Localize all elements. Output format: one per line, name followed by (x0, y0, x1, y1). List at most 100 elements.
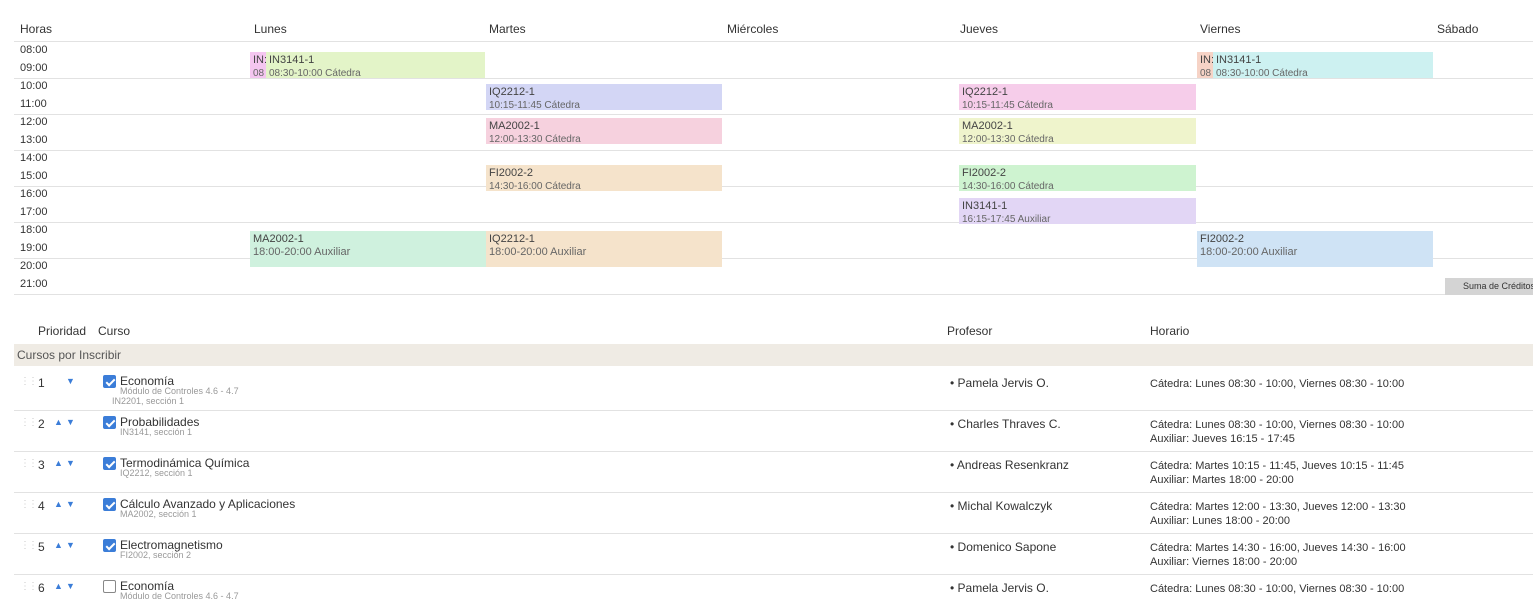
group-header: Cursos por Inscribir (14, 344, 1533, 366)
arrow-down-icon[interactable]: ▼ (66, 417, 75, 427)
event-code: MA2002-1 (962, 120, 1013, 132)
checkbox-icon[interactable] (103, 539, 116, 552)
calendar-event[interactable]: IQ2212-1 10:15-11:45 Cátedra (486, 84, 722, 110)
calendar-event[interactable]: IQ2212-1 10:15-11:45 Cátedra (959, 84, 1196, 110)
checkbox-icon[interactable] (103, 416, 116, 429)
event-time: 16:15-17:45 Auxiliar (962, 214, 1051, 224)
calendar-event[interactable]: IN3141-1 08:30-10:00 Cátedra (1213, 52, 1433, 78)
sum-credits-button[interactable]: Suma de Créditos (1445, 278, 1533, 295)
calendar-event[interactable]: IN3141-1 16:15-17:45 Auxiliar (959, 198, 1196, 224)
event-time: 08 (253, 68, 265, 78)
event-time: 18:00-20:00 Auxiliar (253, 246, 351, 258)
schedule-aux: Auxiliar: Martes 18:00 - 20:00 (1150, 474, 1294, 486)
drag-handle-icon[interactable]: ⋮⋮ (20, 581, 38, 592)
hour-label: 11:00 (20, 98, 47, 110)
arrow-down-icon[interactable]: ▼ (66, 540, 75, 550)
course-subtitle: MA2002, sección 1 (120, 509, 197, 519)
table-row: ⋮⋮ 5 ▲ ▼ Electromagnetismo FI2002, secci… (14, 536, 1533, 575)
schedule: Cátedra: Lunes 08:30 - 10:00, Viernes 08… (1150, 419, 1405, 431)
day-header-lunes: Lunes (254, 22, 287, 36)
event-code: MA2002-1 (489, 120, 540, 132)
event-code: IN3141-1 (1216, 54, 1262, 66)
schedule: Cátedra: Martes 10:15 - 11:45, Jueves 10… (1150, 460, 1404, 472)
calendar-event[interactable]: MA2002-1 12:00-13:30 Cátedra (486, 118, 722, 144)
grid-line (14, 186, 1533, 187)
grid-line (14, 114, 1533, 115)
event-time: 08:30-10:00 Cátedra (1216, 68, 1308, 78)
hour-label: 13:00 (20, 134, 48, 146)
hour-label: 12:00 (20, 116, 48, 128)
course-subtitle: IN3141, sección 1 (120, 427, 193, 437)
hour-label: 10:00 (20, 80, 48, 92)
day-header-martes: Martes (489, 22, 526, 36)
event-time: 10:15-11:45 Cátedra (489, 100, 580, 110)
hour-label: 17:00 (20, 206, 48, 218)
col-header-profesor: Profesor (947, 324, 993, 338)
schedule-aux: Auxiliar: Jueves 16:15 - 17:45 (1150, 433, 1295, 445)
calendar-event[interactable]: FI2002-2 14:30-16:00 Cátedra (486, 165, 722, 191)
event-code: FI2002-2 (962, 167, 1007, 179)
professor-name: Domenico Sapone (957, 540, 1057, 554)
day-header-jueves: Jueves (960, 22, 999, 36)
drag-handle-icon[interactable]: ⋮⋮ (20, 376, 38, 387)
checkbox-icon[interactable] (103, 498, 116, 511)
event-time: 12:00-13:30 Cátedra (489, 134, 581, 144)
hour-label: 09:00 (20, 62, 48, 74)
professor-name: Pamela Jervis O. (957, 376, 1049, 390)
calendar-event[interactable]: IQ2212-1 18:00-20:00 Auxiliar (486, 231, 722, 267)
schedule-aux: Auxiliar: Lunes 18:00 - 20:00 (1150, 515, 1291, 527)
event-time: 18:00-20:00 Auxiliar (1200, 246, 1298, 258)
calendar-event[interactable]: IN3141-1 08:30-10:00 Cátedra (266, 52, 485, 78)
event-time: 14:30-16:00 Cátedra (962, 181, 1054, 191)
priority-number: 1 (38, 376, 45, 390)
priority-number: 6 (38, 581, 45, 595)
col-header-horario: Horario (1150, 324, 1190, 338)
checkbox-icon[interactable] (103, 580, 116, 593)
arrow-up-icon[interactable]: ▲ (54, 581, 63, 591)
professor-name: Pamela Jervis O. (957, 581, 1049, 595)
hour-label: 15:00 (20, 170, 48, 182)
calendar-event[interactable]: MA2002-1 12:00-13:30 Cátedra (959, 118, 1196, 144)
calendar-event[interactable]: MA2002-1 18:00-20:00 Auxiliar (250, 231, 486, 267)
event-code: IN3141-1 (962, 200, 1008, 212)
event-time: 08:30-10:00 Cátedra (269, 68, 361, 78)
arrow-up-icon[interactable]: ▲ (54, 458, 63, 468)
professor: • Pamela Jervis O. (950, 581, 1049, 595)
checkbox-icon[interactable] (103, 457, 116, 470)
grid-line (14, 78, 1533, 79)
drag-handle-icon[interactable]: ⋮⋮ (20, 499, 38, 510)
calendar-event[interactable]: FI2002-2 18:00-20:00 Auxiliar (1197, 231, 1433, 267)
course-subtitle: Módulo de Controles 4.6 - 4.7 (120, 591, 239, 601)
event-code: IQ2212-1 (489, 86, 535, 98)
event-code: IQ2212-1 (962, 86, 1008, 98)
drag-handle-icon[interactable]: ⋮⋮ (20, 540, 38, 551)
hour-label: 16:00 (20, 188, 48, 200)
course-subtitle: FI2002, sección 2 (120, 550, 192, 560)
arrow-down-icon[interactable]: ▼ (66, 499, 75, 509)
arrow-up-icon[interactable]: ▲ (54, 499, 63, 509)
event-code: IN: (253, 54, 268, 66)
col-header-curso: Curso (98, 324, 131, 338)
calendar-event[interactable]: FI2002-2 14:30-16:00 Cátedra (959, 165, 1196, 191)
event-code: FI2002-2 (1200, 233, 1245, 245)
course-section: IN2201, sección 1 (112, 396, 185, 406)
arrow-down-icon[interactable]: ▼ (66, 581, 75, 591)
arrow-down-icon[interactable]: ▼ (66, 458, 75, 468)
schedule: Cátedra: Martes 12:00 - 13:30, Jueves 12… (1150, 501, 1406, 513)
priority-number: 2 (38, 417, 45, 431)
table-row: ⋮⋮ 2 ▲ ▼ Probabilidades IN3141, sección … (14, 413, 1533, 452)
arrow-down-icon[interactable]: ▼ (66, 376, 75, 386)
hour-label: 20:00 (20, 260, 48, 272)
drag-handle-icon[interactable]: ⋮⋮ (20, 458, 38, 469)
checkbox-icon[interactable] (103, 375, 116, 388)
hour-label: 18:00 (20, 224, 48, 236)
priority-number: 3 (38, 458, 45, 472)
schedule-aux: Auxiliar: Viernes 18:00 - 20:00 (1150, 556, 1298, 568)
grid-line (14, 150, 1533, 151)
arrow-up-icon[interactable]: ▲ (54, 540, 63, 550)
arrow-up-icon[interactable]: ▲ (54, 417, 63, 427)
day-header-viernes: Viernes (1200, 22, 1241, 36)
drag-handle-icon[interactable]: ⋮⋮ (20, 417, 38, 428)
col-header-prioridad: Prioridad (38, 324, 87, 338)
day-header-sabado: Sábado (1437, 22, 1479, 36)
